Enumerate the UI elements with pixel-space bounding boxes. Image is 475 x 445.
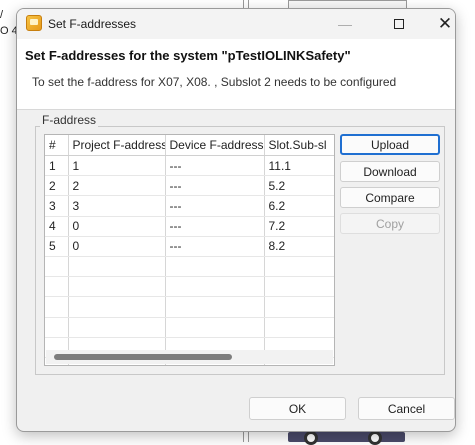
empty-table-row (45, 276, 334, 298)
empty-cell (264, 317, 334, 338)
download-button[interactable]: Download (340, 161, 440, 182)
cell-device-f-address: --- (165, 155, 265, 177)
dialog-header: Set F-addresses for the system "pTestIOL… (17, 39, 455, 109)
cell-number: 1 (45, 155, 69, 177)
empty-cell (165, 317, 265, 338)
cell-slot-subslot: 8.2 (264, 236, 334, 257)
background-divider (248, 432, 249, 442)
background-divider (243, 432, 244, 442)
empty-cell (45, 256, 69, 278)
cell-slot-subslot: 6.2 (264, 195, 334, 217)
column-header-project-f-address[interactable]: Project F-address (68, 135, 166, 156)
empty-table-row (45, 317, 334, 338)
empty-table-row (45, 256, 334, 278)
empty-cell (165, 256, 265, 278)
cell-number: 5 (45, 236, 69, 257)
close-button[interactable]: ✕ (423, 9, 455, 39)
minimize-button[interactable]: — (323, 9, 367, 39)
cell-slot-subslot: 5.2 (264, 175, 334, 197)
empty-cell (264, 256, 334, 278)
group-label: F-address (40, 113, 99, 127)
header-title: Set F-addresses for the system "pTestIOL… (25, 48, 351, 63)
ok-button[interactable]: OK (249, 397, 346, 420)
cell-project-f-address[interactable]: 0 (68, 236, 166, 257)
column-header-number[interactable]: # (45, 135, 69, 156)
cell-slot-subslot: 11.1 (264, 155, 334, 177)
maximize-icon (394, 19, 404, 29)
connector-icon (368, 431, 382, 445)
header-divider (17, 109, 455, 110)
empty-cell (165, 296, 265, 318)
cell-device-f-address: --- (165, 175, 265, 197)
cell-project-f-address[interactable]: 3 (68, 195, 166, 217)
empty-table-row (45, 296, 334, 318)
table-row[interactable]: 5 0 --- 8.2 (45, 236, 334, 257)
empty-cell (165, 276, 265, 298)
connector-icon (304, 431, 318, 445)
cell-number: 4 (45, 216, 69, 237)
title-bar[interactable]: Set F-addresses — ✕ (17, 9, 455, 39)
empty-cell (68, 317, 166, 338)
column-header-slot-subslot[interactable]: Slot.Sub-sl (264, 135, 334, 156)
cell-project-f-address[interactable]: 2 (68, 175, 166, 197)
cell-device-f-address: --- (165, 195, 265, 217)
horizontal-scrollbar[interactable] (46, 350, 333, 364)
header-description: To set the f-address for X07, X08. , Sub… (32, 75, 397, 89)
empty-cell (264, 276, 334, 298)
cell-device-f-address: --- (165, 216, 265, 237)
table-row[interactable]: 2 2 --- 5.2 (45, 175, 334, 197)
compare-button[interactable]: Compare (340, 187, 440, 208)
empty-cell (45, 296, 69, 318)
f-address-table[interactable]: # Project F-address Device F-address Slo… (44, 134, 335, 366)
column-header-device-f-address[interactable]: Device F-address (165, 135, 265, 156)
copy-button: Copy (340, 213, 440, 234)
app-icon (26, 15, 42, 31)
window-title: Set F-addresses (48, 17, 137, 31)
empty-cell (68, 276, 166, 298)
background-divider (248, 0, 249, 8)
table-header-row: # Project F-address Device F-address Slo… (45, 135, 334, 156)
background-divider (243, 0, 244, 8)
empty-cell (45, 276, 69, 298)
maximize-button[interactable] (377, 9, 421, 39)
upload-button[interactable]: Upload (340, 134, 440, 155)
cell-project-f-address[interactable]: 0 (68, 216, 166, 237)
empty-cell (45, 317, 69, 338)
empty-cell (68, 296, 166, 318)
cell-number: 2 (45, 175, 69, 197)
cancel-button[interactable]: Cancel (358, 397, 455, 420)
cell-device-f-address: --- (165, 236, 265, 257)
cell-slot-subslot: 7.2 (264, 216, 334, 237)
empty-cell (264, 296, 334, 318)
table-row[interactable]: 3 3 --- 6.2 (45, 195, 334, 217)
table-row[interactable]: 4 0 --- 7.2 (45, 216, 334, 237)
cell-project-f-address[interactable]: 1 (68, 155, 166, 177)
empty-cell (68, 256, 166, 278)
cell-number: 3 (45, 195, 69, 217)
table-row[interactable]: 1 1 --- 11.1 (45, 155, 334, 177)
set-f-addresses-dialog: Set F-addresses — ✕ Set F-addresses for … (16, 8, 456, 432)
scrollbar-thumb[interactable] (54, 354, 232, 360)
